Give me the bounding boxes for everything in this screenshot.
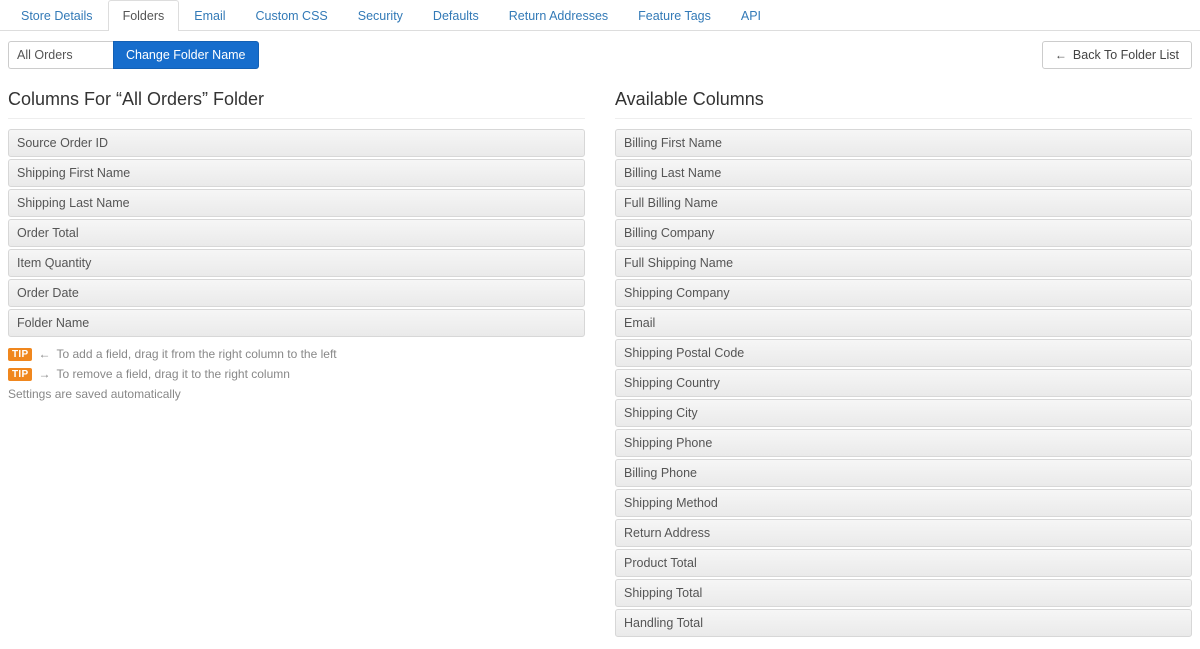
tip-remove-text: To remove a field, drag it to the right … <box>56 367 289 381</box>
tip-badge: TIP <box>8 348 32 361</box>
selected-columns-panel: Columns For “All Orders” Folder Source O… <box>8 81 585 637</box>
tab-defaults[interactable]: Defaults <box>418 0 494 31</box>
available-columns-list[interactable]: Billing First NameBilling Last NameFull … <box>615 129 1192 637</box>
selected-column-item[interactable]: Folder Name <box>8 309 585 337</box>
folder-toolbar: Change Folder Name ← Back To Folder List <box>0 31 1200 75</box>
selected-columns-heading: Columns For “All Orders” Folder <box>8 89 585 119</box>
available-column-item[interactable]: Shipping Company <box>615 279 1192 307</box>
available-column-item[interactable]: Full Shipping Name <box>615 249 1192 277</box>
arrow-left-icon: ← <box>1055 48 1067 62</box>
back-button-label: Back To Folder List <box>1073 48 1179 62</box>
page-root: Store DetailsFoldersEmailCustom CSSSecur… <box>0 0 1200 649</box>
selected-column-item[interactable]: Source Order ID <box>8 129 585 157</box>
tip-badge: TIP <box>8 368 32 381</box>
main-columns: Columns For “All Orders” Folder Source O… <box>0 75 1200 649</box>
tab-api[interactable]: API <box>726 0 776 31</box>
available-column-item[interactable]: Shipping Total <box>615 579 1192 607</box>
selected-column-item[interactable]: Order Date <box>8 279 585 307</box>
available-column-item[interactable]: Shipping Method <box>615 489 1192 517</box>
available-column-item[interactable]: Handling Total <box>615 609 1192 637</box>
tip-add-row: TIP ← To add a field, drag it from the r… <box>8 347 585 361</box>
available-columns-heading: Available Columns <box>615 89 1192 119</box>
available-column-item[interactable]: Full Billing Name <box>615 189 1192 217</box>
available-column-item[interactable]: Shipping Postal Code <box>615 339 1192 367</box>
settings-tabs: Store DetailsFoldersEmailCustom CSSSecur… <box>0 0 1200 31</box>
tab-store-details[interactable]: Store Details <box>6 0 108 31</box>
available-column-item[interactable]: Billing Last Name <box>615 159 1192 187</box>
available-column-item[interactable]: Product Total <box>615 549 1192 577</box>
selected-column-item[interactable]: Shipping Last Name <box>8 189 585 217</box>
arrow-right-icon: → <box>38 367 50 381</box>
back-to-folder-list-button[interactable]: ← Back To Folder List <box>1042 41 1192 69</box>
tip-remove-row: TIP → To remove a field, drag it to the … <box>8 367 585 381</box>
arrow-left-icon: ← <box>38 347 50 361</box>
tab-return-addresses[interactable]: Return Addresses <box>494 0 623 31</box>
available-column-item[interactable]: Shipping Country <box>615 369 1192 397</box>
auto-save-note: Settings are saved automatically <box>8 387 585 401</box>
folder-name-input[interactable] <box>8 41 113 69</box>
available-column-item[interactable]: Billing Company <box>615 219 1192 247</box>
tab-feature-tags[interactable]: Feature Tags <box>623 0 726 31</box>
available-column-item[interactable]: Return Address <box>615 519 1192 547</box>
tab-custom-css[interactable]: Custom CSS <box>241 0 343 31</box>
selected-column-item[interactable]: Order Total <box>8 219 585 247</box>
selected-column-item[interactable]: Item Quantity <box>8 249 585 277</box>
tab-folders[interactable]: Folders <box>108 0 180 31</box>
tips: TIP ← To add a field, drag it from the r… <box>8 347 585 401</box>
selected-column-item[interactable]: Shipping First Name <box>8 159 585 187</box>
available-column-item[interactable]: Email <box>615 309 1192 337</box>
available-column-item[interactable]: Billing Phone <box>615 459 1192 487</box>
selected-columns-list[interactable]: Source Order IDShipping First NameShippi… <box>8 129 585 337</box>
available-column-item[interactable]: Shipping Phone <box>615 429 1192 457</box>
tip-add-text: To add a field, drag it from the right c… <box>56 347 336 361</box>
tab-security[interactable]: Security <box>343 0 418 31</box>
available-columns-panel: Available Columns Billing First NameBill… <box>615 81 1192 637</box>
change-folder-name-button[interactable]: Change Folder Name <box>113 41 259 69</box>
available-column-item[interactable]: Billing First Name <box>615 129 1192 157</box>
available-column-item[interactable]: Shipping City <box>615 399 1192 427</box>
tab-email[interactable]: Email <box>179 0 240 31</box>
